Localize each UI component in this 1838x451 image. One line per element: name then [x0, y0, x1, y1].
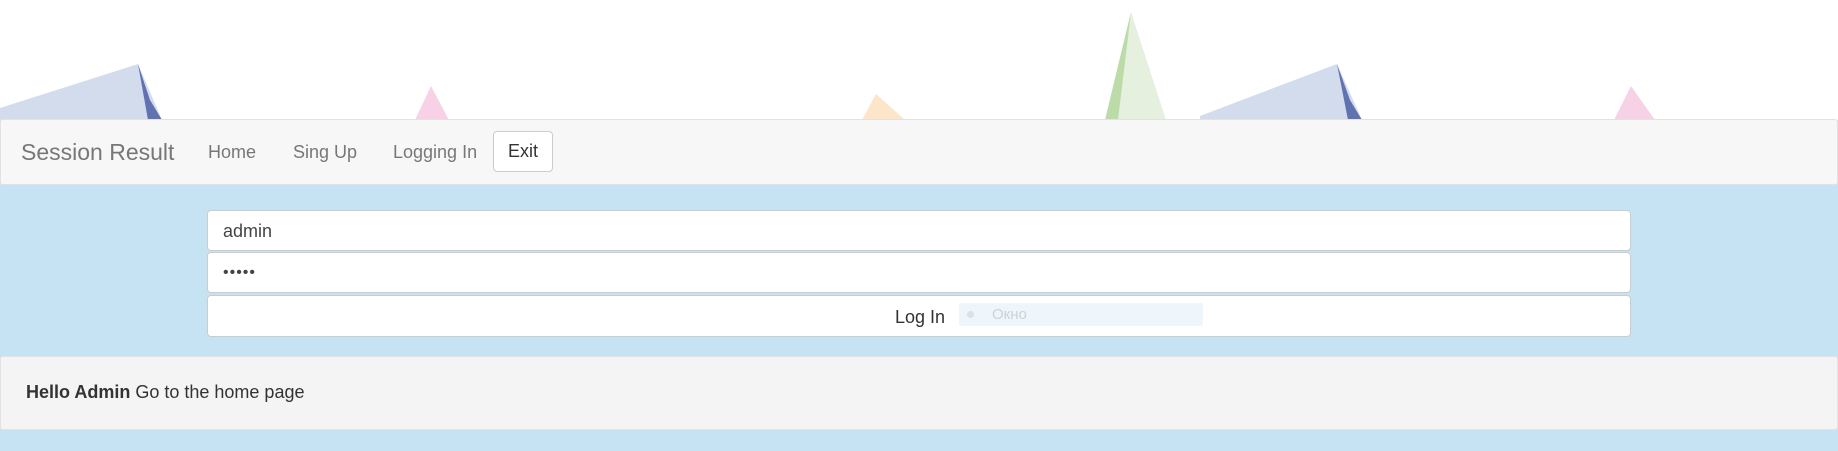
top-navbar: Session Result Home Sing Up Logging In E… — [0, 119, 1838, 185]
triangles-decoration — [0, 12, 1655, 120]
brand-title[interactable]: Session Result — [21, 140, 174, 164]
greeting-text: Hello Admin — [26, 382, 131, 402]
login-button-label: Log In — [895, 307, 946, 327]
nav-home-link[interactable]: Home — [208, 142, 256, 162]
password-value: ••••• — [223, 264, 257, 281]
window-chip: Окно — [959, 303, 1203, 326]
decorative-banner — [0, 0, 1838, 120]
nav-logging-in-link[interactable]: Logging In — [393, 142, 477, 162]
login-button[interactable]: Log In Окно — [207, 295, 1631, 337]
username-value: admin — [223, 221, 273, 241]
window-dot-icon — [967, 311, 974, 318]
nav-signup-link[interactable]: Sing Up — [293, 142, 357, 162]
password-field[interactable]: ••••• — [207, 252, 1631, 293]
welcome-panel: Hello Admin Go to the home page — [0, 356, 1838, 430]
home-page-link[interactable]: Go to the home page — [135, 382, 304, 402]
welcome-message: Hello Admin Go to the home page — [26, 382, 304, 402]
username-field[interactable]: admin — [207, 210, 1631, 251]
exit-button[interactable]: Exit — [493, 131, 553, 172]
window-chip-label: Окно — [992, 306, 1027, 323]
